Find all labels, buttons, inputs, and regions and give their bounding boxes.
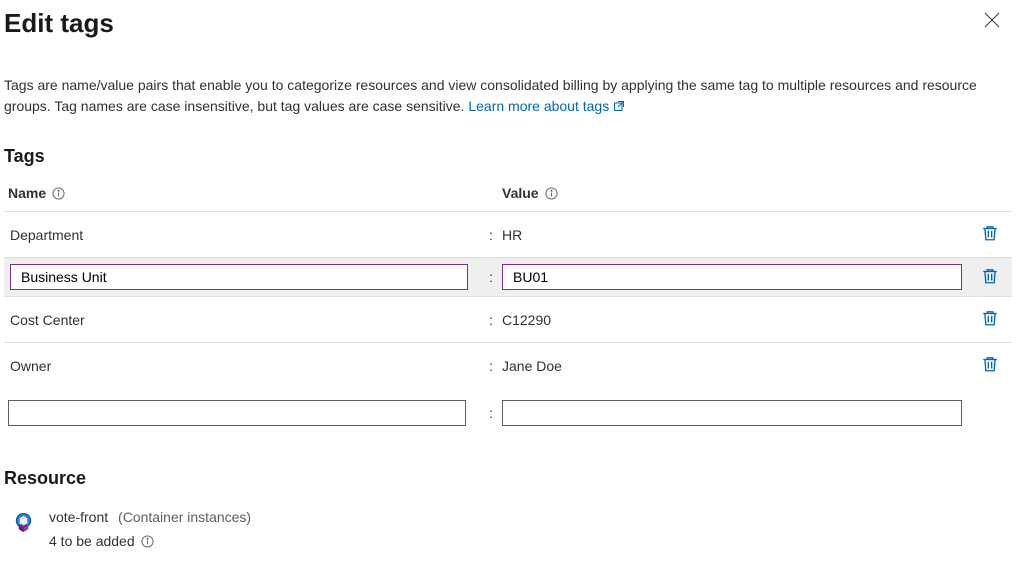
resource-status: 4 to be added [49, 533, 135, 549]
tags-table: Name Value Department : H [4, 185, 1012, 432]
delete-tag-button[interactable] [979, 222, 1001, 247]
tag-value: C12290 [502, 312, 972, 328]
info-icon[interactable] [545, 187, 558, 200]
page-title: Edit tags [4, 8, 114, 39]
trash-icon [981, 355, 999, 373]
colon-separator: : [480, 405, 502, 421]
trash-icon [981, 224, 999, 242]
container-instances-icon [12, 509, 35, 538]
trash-icon [981, 267, 999, 285]
new-tag-value-input[interactable] [502, 400, 962, 426]
close-icon [984, 12, 1000, 28]
tag-empty-row: : [4, 388, 1012, 432]
tag-name-input[interactable] [10, 264, 468, 290]
colon-separator: : [480, 227, 502, 243]
colon-separator: : [480, 358, 502, 374]
colon-separator: : [480, 269, 502, 285]
learn-more-link[interactable]: Learn more about tags [468, 98, 625, 114]
description-text: Tags are name/value pairs that enable yo… [4, 75, 1012, 118]
new-tag-name-input[interactable] [8, 400, 466, 426]
tag-name: Owner [8, 358, 480, 374]
delete-tag-button[interactable] [979, 307, 1001, 332]
resource-item: vote-front (Container instances) 4 to be… [4, 509, 1012, 549]
tag-row[interactable]: Department : HR [4, 211, 1012, 257]
resource-heading: Resource [4, 468, 1012, 489]
value-column-header: Value [502, 185, 539, 201]
delete-tag-button[interactable] [979, 265, 1001, 290]
tag-value: Jane Doe [502, 358, 972, 374]
close-button[interactable] [980, 8, 1004, 35]
resource-name: vote-front [49, 509, 108, 525]
colon-separator: : [480, 312, 502, 328]
tag-row[interactable]: Owner : Jane Doe [4, 342, 1012, 388]
tag-name: Department [8, 227, 480, 243]
info-icon[interactable] [52, 187, 65, 200]
delete-tag-button[interactable] [979, 353, 1001, 378]
tag-value: HR [502, 227, 972, 243]
name-column-header: Name [8, 185, 46, 201]
tag-name: Cost Center [8, 312, 480, 328]
tag-value-input[interactable] [502, 264, 962, 290]
resource-type: (Container instances) [118, 509, 251, 525]
trash-icon [981, 309, 999, 327]
tag-row-editing: : [4, 257, 1012, 296]
tag-row[interactable]: Cost Center : C12290 [4, 296, 1012, 342]
tags-heading: Tags [4, 146, 1012, 167]
info-icon[interactable] [141, 535, 154, 548]
external-link-icon [613, 97, 625, 118]
